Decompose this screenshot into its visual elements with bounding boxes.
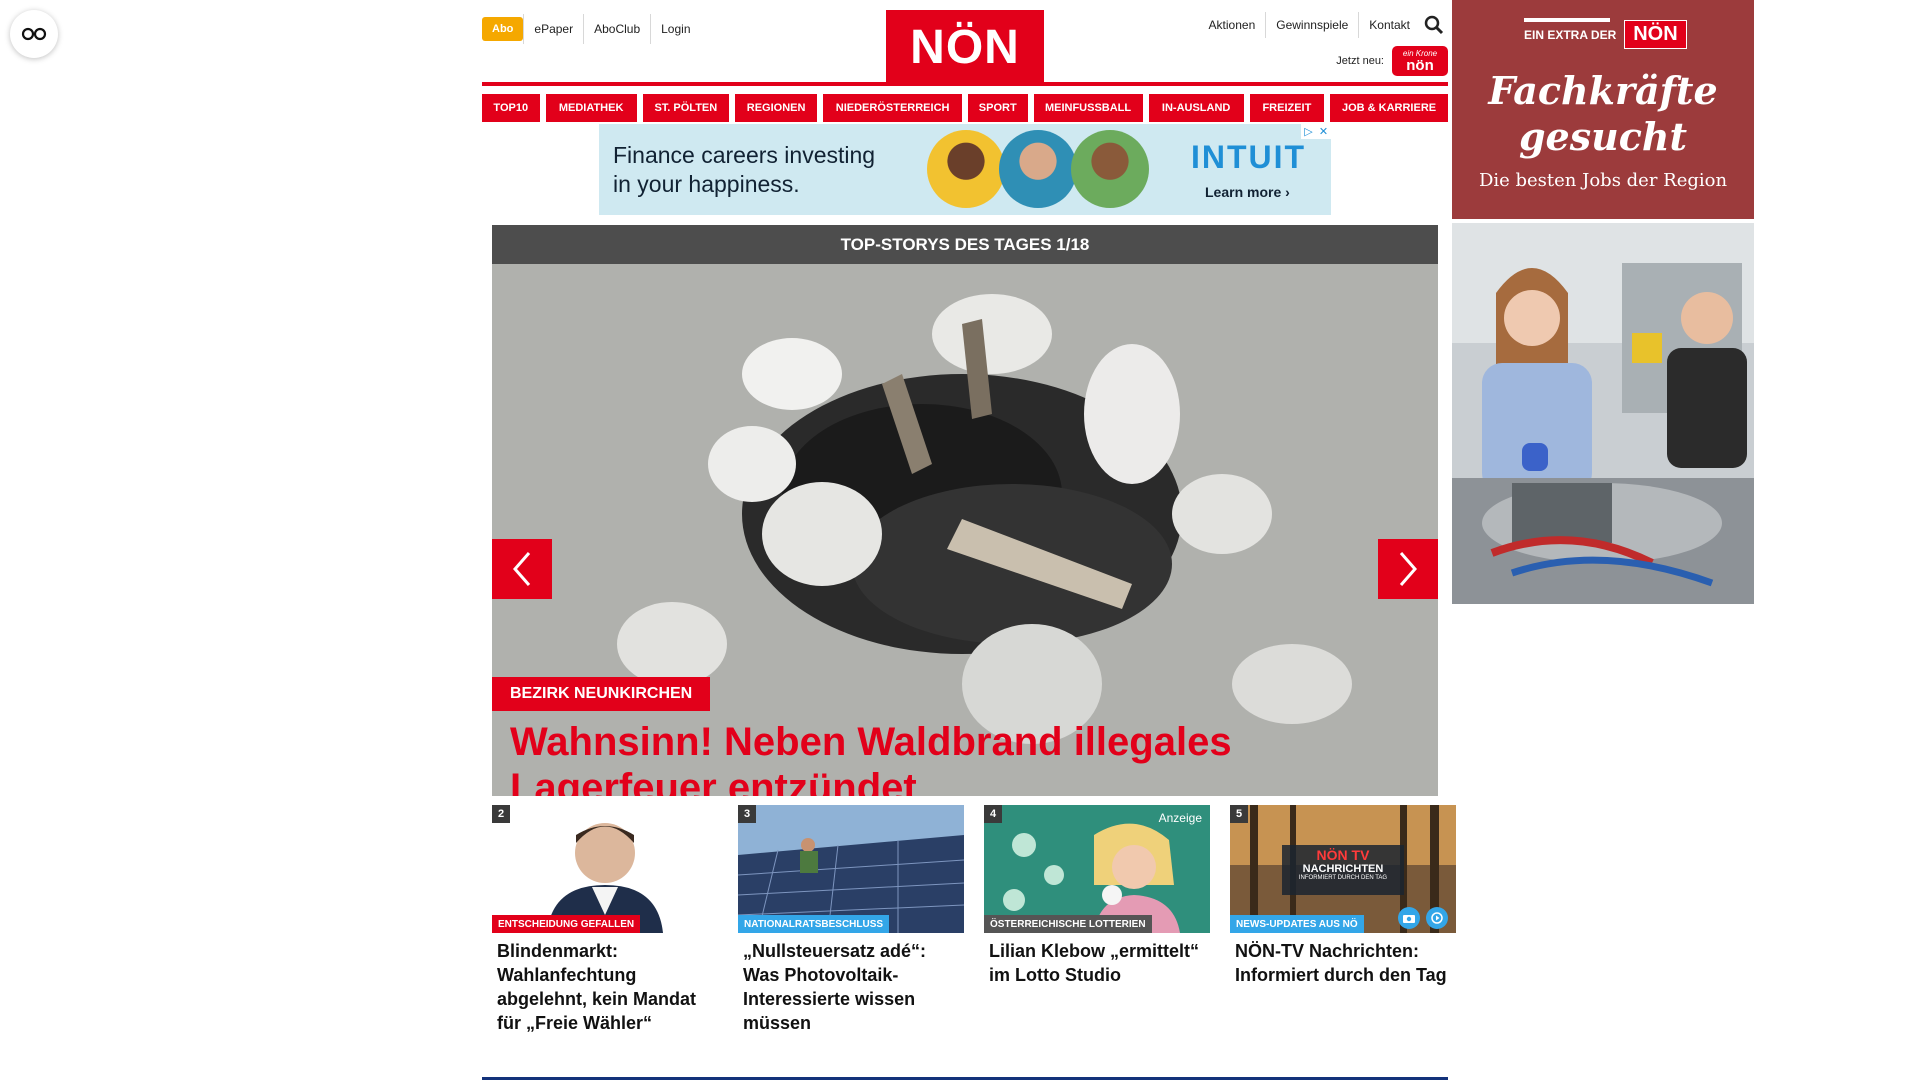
story-card-image: NÖN TV NACHRICHTEN INFORMIERT DURCH DEN … <box>1230 805 1456 933</box>
accessibility-glasses-icon <box>21 27 47 41</box>
anzeige-badge: Anzeige <box>1158 811 1202 825</box>
nav-item-sport[interactable]: SPORT <box>968 94 1028 122</box>
ad-headline: Finance careers investing in your happin… <box>613 141 875 199</box>
abo-button[interactable]: Abo <box>482 17 524 41</box>
ad-headline-line1: Finance careers investing <box>613 142 876 168</box>
story-card-number: 4 <box>984 805 1002 823</box>
noen-tv-sub: INFORMIERT DURCH DEN TAG <box>1298 875 1388 881</box>
top-right-links: Aktionen Gewinnspiele Kontakt <box>1199 12 1448 38</box>
ad-portrait-1 <box>927 130 1005 208</box>
main-navigation: TOP10 MEDIATHEK ST. PÖLTEN REGIONEN NIED… <box>482 82 1449 122</box>
nav-item-regionen[interactable]: REGIONEN <box>734 94 818 122</box>
ad-headline-line2: in your happiness. <box>613 171 800 197</box>
story-card-image: 3 NATIONALRATSBESCHLUSS <box>738 805 964 933</box>
story-card-title[interactable]: NÖN-TV Nachrichten: Informiert durch den… <box>1230 933 1456 987</box>
noen-tv-logo: NÖN TV <box>1316 847 1370 863</box>
noen-tv-nachrichten: NACHRICHTEN <box>1302 863 1384 875</box>
slide-category-badge[interactable]: BEZIRK NEUNKIRCHEN <box>492 677 711 711</box>
jetzt-neu: Jetzt neu: ein Krone nön <box>1336 46 1448 76</box>
slider-image[interactable]: BEZIRK NEUNKIRCHEN Wahnsinn! Neben Waldb… <box>492 264 1438 796</box>
ad-portrait-2 <box>999 130 1077 208</box>
side-ad-noen-logo: NÖN <box>1624 20 1687 49</box>
side-ad-extra: EIN EXTRA DER NÖN <box>1524 18 1687 49</box>
story-card-title[interactable]: „Nullsteuersatz adé“: Was Photovoltaik-I… <box>738 933 964 1035</box>
side-ad-extra-label: EIN EXTRA DER <box>1524 27 1617 42</box>
site-header: Abo ePaper AboClub Login NÖN Aktionen Ge… <box>482 0 1448 84</box>
nav-item-job-karriere[interactable]: JOB & KARRIERE <box>1330 94 1449 122</box>
story-card-title[interactable]: Blindenmarkt: Wahlanfechtung abgelehnt, … <box>492 933 718 1035</box>
side-ad-title-line1: Fachkräfte <box>1488 68 1718 113</box>
search-icon[interactable] <box>1420 12 1448 38</box>
story-card-3[interactable]: 3 NATIONALRATSBESCHLUSS „Nullsteuersatz … <box>738 805 964 1035</box>
media-icons <box>1398 907 1448 929</box>
story-card-5[interactable]: NÖN TV NACHRICHTEN INFORMIERT DURCH DEN … <box>1230 805 1456 1035</box>
story-card-title[interactable]: Lilian Klebow „ermittelt“ im Lotto Studi… <box>984 933 1210 987</box>
top-left-links: Abo ePaper AboClub Login <box>482 14 701 44</box>
nav-item-meinfussball[interactable]: MEINFUSSBALL <box>1033 94 1143 122</box>
ad-portrait-3 <box>1071 130 1149 208</box>
nav-item-mediathek[interactable]: MEDIATHEK <box>545 94 637 122</box>
noen-tv-overlay: NÖN TV NACHRICHTEN INFORMIERT DURCH DEN … <box>1282 847 1404 881</box>
story-card-tag: NEWS-UPDATES AUS NÖ <box>1230 915 1364 933</box>
epaper-link[interactable]: ePaper <box>523 14 583 44</box>
gewinnspiele-link[interactable]: Gewinnspiele <box>1266 12 1360 38</box>
slider-next-button[interactable] <box>1378 539 1438 599</box>
fachkraefte-side-ad[interactable]: EIN EXTRA DER NÖN Fachkräfte gesucht Die… <box>1452 0 1754 604</box>
story-card-tag: ENTSCHEIDUNG GEFALLEN <box>492 915 641 933</box>
ad-close-icon[interactable]: ✕ <box>1316 124 1331 139</box>
ad-controls: ▷ ✕ <box>1301 124 1331 139</box>
fire-pit-photo <box>492 264 1438 796</box>
aktionen-link[interactable]: Aktionen <box>1199 12 1267 38</box>
krone-noen-logo-text: nön <box>1406 56 1434 74</box>
slider-header: TOP-STORYS DES TAGES 1/18 <box>492 225 1438 264</box>
side-ad-photo <box>1452 223 1754 604</box>
chevron-right-icon <box>1399 552 1417 586</box>
nav-item-niederoesterreich[interactable]: NIEDERÖSTERREICH <box>823 94 963 122</box>
top-stories-slider: TOP-STORYS DES TAGES 1/18 BEZIRK NEUNKIR… <box>492 225 1438 796</box>
nav-item-st-poelten[interactable]: ST. PÖLTEN <box>642 94 729 122</box>
story-card-image: 4 Anzeige ÖSTERREICHISCHE LOTTERIEN <box>984 805 1210 933</box>
slide-headline[interactable]: Wahnsinn! Neben Waldbrand illegales Lage… <box>510 719 1360 796</box>
aboclub-link[interactable]: AboClub <box>583 14 650 44</box>
story-card-image: 2 ENTSCHEIDUNG GEFALLEN <box>492 805 718 933</box>
accessibility-button[interactable] <box>10 10 58 58</box>
story-card-tag: NATIONALRATSBESCHLUSS <box>738 915 890 933</box>
ad-learn-more-link[interactable]: Learn more › <box>1205 184 1290 200</box>
nav-item-freizeit[interactable]: FREIZEIT <box>1249 94 1325 122</box>
intuit-banner-ad[interactable]: Finance careers investing in your happin… <box>599 124 1331 215</box>
side-ad-bar <box>1524 18 1610 22</box>
story-cards: 2 ENTSCHEIDUNG GEFALLEN Blindenmarkt: Wa… <box>492 805 1456 1035</box>
chevron-left-icon <box>513 552 531 586</box>
story-card-tag: ÖSTERREICHISCHE LOTTERIEN <box>984 915 1152 933</box>
adchoices-icon[interactable]: ▷ <box>1301 124 1316 139</box>
site-logo[interactable]: NÖN <box>886 10 1044 84</box>
side-ad-title: Fachkräfte gesucht <box>1452 68 1754 160</box>
play-icon <box>1426 907 1448 929</box>
krone-noen-logo[interactable]: ein Krone nön <box>1392 46 1448 76</box>
jetzt-neu-label: Jetzt neu: <box>1336 55 1384 67</box>
story-card-4[interactable]: 4 Anzeige ÖSTERREICHISCHE LOTTERIEN Lili… <box>984 805 1210 1035</box>
side-ad-subtitle: Die besten Jobs der Region <box>1478 170 1728 191</box>
story-card-number: 3 <box>738 805 756 823</box>
camera-icon <box>1398 907 1420 929</box>
login-link[interactable]: Login <box>650 14 700 44</box>
story-card-number: 2 <box>492 805 510 823</box>
nav-item-top10[interactable]: TOP10 <box>482 94 540 122</box>
story-card-2[interactable]: 2 ENTSCHEIDUNG GEFALLEN Blindenmarkt: Wa… <box>492 805 718 1035</box>
intuit-logo: INTUIT <box>1191 139 1307 175</box>
slider-prev-button[interactable] <box>492 539 552 599</box>
nav-item-in-ausland[interactable]: IN-AUSLAND <box>1148 94 1244 122</box>
side-ad-title-line2: gesucht <box>1518 114 1688 159</box>
story-card-number: 5 <box>1230 805 1248 823</box>
kontakt-link[interactable]: Kontakt <box>1359 12 1420 38</box>
side-ad-header: EIN EXTRA DER NÖN Fachkräfte gesucht Die… <box>1452 0 1754 219</box>
